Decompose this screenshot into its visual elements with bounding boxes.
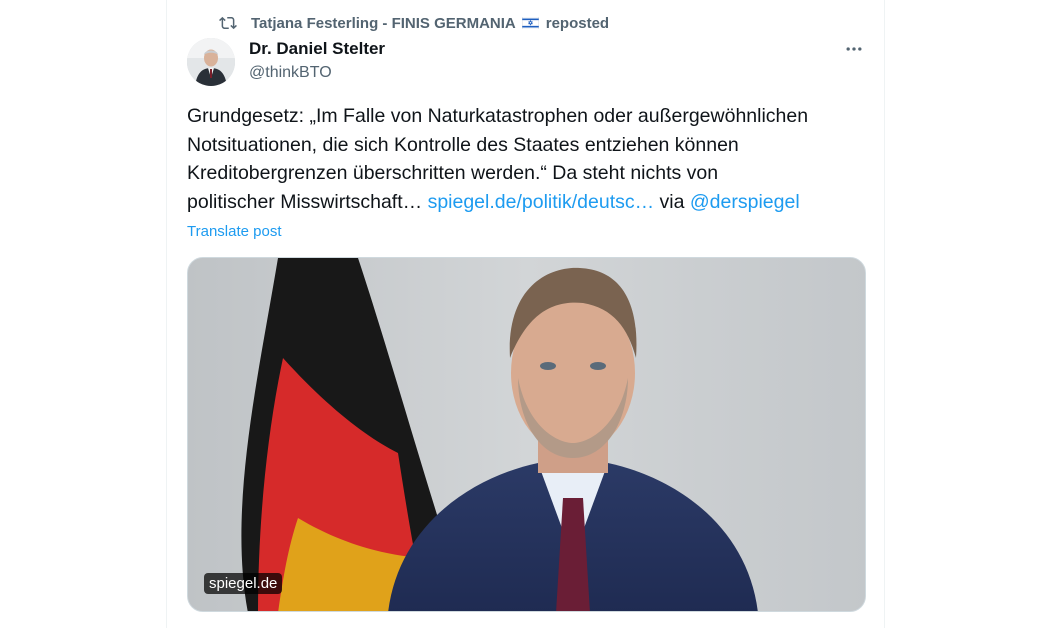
translate-post-link[interactable]: Translate post	[187, 223, 282, 240]
timeline-column: Tatjana Festerling - FINIS GERMANIA repo…	[166, 0, 885, 628]
repost-icon	[219, 16, 237, 30]
israel-flag-icon	[521, 17, 539, 29]
post-text-line: Notsituationen, die sich Kontrolle des S…	[187, 133, 739, 156]
mention-link[interactable]: @derspiegel	[690, 191, 800, 213]
reposter-name[interactable]: Tatjana Festerling - FINIS GERMANIA	[251, 15, 516, 32]
post-text-fragment: politischer Misswirtschaft…	[187, 190, 428, 213]
reposted-label: reposted	[545, 14, 610, 32]
repost-context[interactable]: Tatjana Festerling - FINIS GERMANIA repo…	[219, 13, 609, 33]
author-name[interactable]: Dr. Daniel Stelter	[249, 39, 385, 59]
media-source-label: spiegel.de	[204, 573, 283, 594]
avatar[interactable]	[187, 38, 235, 86]
post-text: Grundgesetz: „Im Falle von Naturkatastro…	[187, 102, 877, 216]
post-text-line-last: politischer Misswirtschaft… spiegel.de/p…	[187, 188, 877, 217]
author-handle[interactable]: @thinkBTO	[249, 64, 332, 82]
via-text: via	[654, 190, 690, 213]
post-text-line: Kreditobergrenzen überschritten werden.“…	[187, 162, 719, 185]
more-options-icon	[846, 47, 862, 51]
avatar-image	[187, 38, 235, 86]
more-options-button[interactable]	[839, 36, 869, 62]
media-card[interactable]: spiegel.de	[187, 257, 866, 612]
article-link[interactable]: spiegel.de/politik/deutsc…	[428, 191, 655, 213]
post-text-line: Grundgesetz: „Im Falle von Naturkatastro…	[187, 105, 809, 127]
article-photo	[188, 258, 865, 611]
